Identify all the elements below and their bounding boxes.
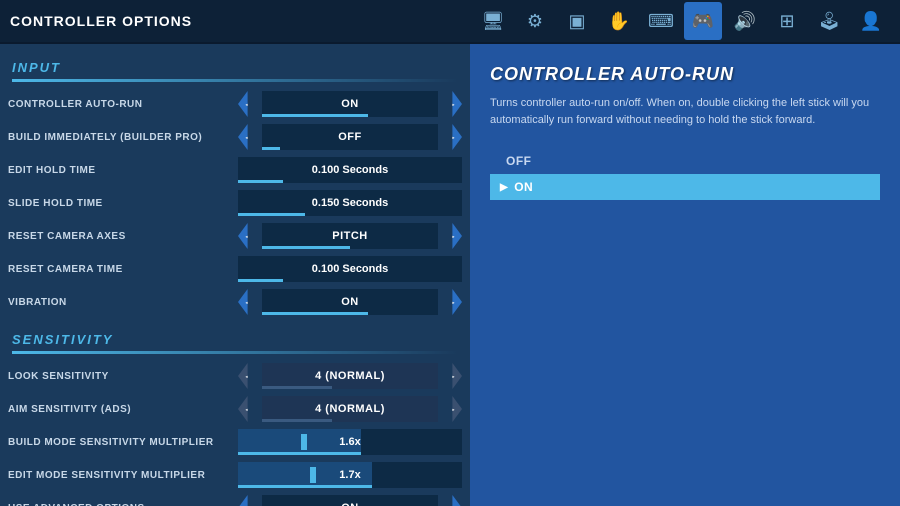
control-build-immediately: ◀ OFF ▶ <box>238 124 462 150</box>
arrow-left-look-sens[interactable]: ◀ <box>238 363 262 389</box>
arrow-control-aim-sens: ◀ 4 (NORMAL) ▶ <box>238 396 462 422</box>
setting-row-edit-hold: EDIT HOLD TIME 0.100 Seconds <box>0 154 470 186</box>
main-content: INPUT CONTROLLER AUTO-RUN ◀ ON ▶ BUILD I… <box>0 44 900 506</box>
label-edit-hold: EDIT HOLD TIME <box>8 165 238 176</box>
page-title: CONTROLLER OPTIONS <box>10 13 474 29</box>
gamepad-active-icon[interactable]: 🎮 <box>684 2 722 40</box>
arrow-control-build-immediately: ◀ OFF ▶ <box>238 124 462 150</box>
label-reset-time: RESET CAMERA TIME <box>8 264 238 275</box>
monitor-icon[interactable]: 🖥 <box>474 2 512 40</box>
control-reset-time: 0.100 Seconds <box>238 256 462 282</box>
gear-icon[interactable]: ⚙ <box>516 2 554 40</box>
setting-row-advanced-opts: USE ADVANCED OPTIONS ◀ ON ▶ <box>0 492 470 506</box>
label-reset-axes: RESET CAMERA AXES <box>8 231 238 242</box>
control-advanced-opts: ◀ ON ▶ <box>238 495 462 506</box>
arrow-right-look-sens[interactable]: ▶ <box>438 363 462 389</box>
right-description: Turns controller auto-run on/off. When o… <box>490 95 880 128</box>
label-aim-sens: AIM SENSITIVITY (ADS) <box>8 404 238 415</box>
label-auto-run: CONTROLLER AUTO-RUN <box>8 99 238 110</box>
section-header-input: INPUT <box>0 54 470 79</box>
nav-icons: 🖥 ⚙ ▣ ✋ ⌨ 🎮 🔊 ⊞ 🕹 👤 <box>474 2 890 40</box>
user-icon[interactable]: 👤 <box>852 2 890 40</box>
section-underline-input <box>12 79 458 82</box>
setting-row-slide-hold: SLIDE HOLD TIME 0.150 Seconds <box>0 187 470 219</box>
control-look-sens: ◀ 4 (NORMAL) ▶ <box>238 363 462 389</box>
slider-slide-hold[interactable]: 0.150 Seconds <box>238 190 462 216</box>
controller-icon[interactable]: ✋ <box>600 2 638 40</box>
option-on[interactable]: ▶ ON <box>490 174 880 200</box>
setting-row-reset-axes: RESET CAMERA AXES ◀ PITCH ▶ <box>0 220 470 252</box>
arrow-right-reset-axes[interactable]: ▶ <box>438 223 462 249</box>
network-icon[interactable]: ⊞ <box>768 2 806 40</box>
control-vibration: ◀ ON ▶ <box>238 289 462 315</box>
setting-row-build-multi: BUILD MODE SENSITIVITY MULTIPLIER 1.6x <box>0 426 470 458</box>
control-auto-run: ◀ ON ▶ <box>238 91 462 117</box>
value-build-immediately: OFF <box>262 124 438 150</box>
label-edit-multi: EDIT MODE SENSITIVITY MULTIPLIER <box>8 470 238 481</box>
arrow-left-advanced-opts[interactable]: ◀ <box>238 495 262 506</box>
slider-edit-hold[interactable]: 0.100 Seconds <box>238 157 462 183</box>
arrow-left-build-immediately[interactable]: ◀ <box>238 124 262 150</box>
arrow-left-reset-axes[interactable]: ◀ <box>238 223 262 249</box>
option-on-label: ON <box>514 180 533 194</box>
value-aim-sens: 4 (NORMAL) <box>262 396 438 422</box>
arrow-right-vibration[interactable]: ▶ <box>438 289 462 315</box>
arrow-right-build-immediately[interactable]: ▶ <box>438 124 462 150</box>
label-look-sens: LOOK SENSITIVITY <box>8 371 238 382</box>
control-slide-hold: 0.150 Seconds <box>238 190 462 216</box>
setting-row-build-immediately: BUILD IMMEDIATELY (BUILDER PRO) ◀ OFF ▶ <box>0 121 470 153</box>
setting-row-vibration: VIBRATION ◀ ON ▶ <box>0 286 470 318</box>
arrow-left-aim-sens[interactable]: ◀ <box>238 396 262 422</box>
control-aim-sens: ◀ 4 (NORMAL) ▶ <box>238 396 462 422</box>
option-off-label: OFF <box>506 154 532 168</box>
arrow-control-look-sens: ◀ 4 (NORMAL) ▶ <box>238 363 462 389</box>
keyboard-icon[interactable]: ⌨ <box>642 2 680 40</box>
arrow-left-vibration[interactable]: ◀ <box>238 289 262 315</box>
arrow-right-advanced-opts[interactable]: ▶ <box>438 495 462 506</box>
option-off[interactable]: OFF <box>490 148 880 174</box>
setting-row-reset-time: RESET CAMERA TIME 0.100 Seconds <box>0 253 470 285</box>
slider-reset-time[interactable]: 0.100 Seconds <box>238 256 462 282</box>
setting-row-edit-multi: EDIT MODE SENSITIVITY MULTIPLIER 1.7x <box>0 459 470 491</box>
setting-row-auto-run: CONTROLLER AUTO-RUN ◀ ON ▶ <box>0 88 470 120</box>
value-vibration: ON <box>262 289 438 315</box>
label-vibration: VIBRATION <box>8 297 238 308</box>
value-auto-run: ON <box>262 91 438 117</box>
section-header-sensitivity: SENSITIVITY <box>0 326 470 351</box>
right-title: CONTROLLER AUTO-RUN <box>490 64 880 85</box>
label-advanced-opts: USE ADVANCED OPTIONS <box>8 503 238 506</box>
value-reset-axes: PITCH <box>262 223 438 249</box>
right-panel: CONTROLLER AUTO-RUN Turns controller aut… <box>470 44 900 506</box>
slider-build-multi[interactable]: 1.6x <box>238 429 462 455</box>
arrow-control-reset-axes: ◀ PITCH ▶ <box>238 223 462 249</box>
value-advanced-opts: ON <box>262 495 438 506</box>
control-build-multi: 1.6x <box>238 429 462 455</box>
label-build-multi: BUILD MODE SENSITIVITY MULTIPLIER <box>8 437 238 448</box>
arrow-control-vibration: ◀ ON ▶ <box>238 289 462 315</box>
audio-icon[interactable]: 🔊 <box>726 2 764 40</box>
label-slide-hold: SLIDE HOLD TIME <box>8 198 238 209</box>
control-edit-multi: 1.7x <box>238 462 462 488</box>
setting-row-aim-sens: AIM SENSITIVITY (ADS) ◀ 4 (NORMAL) ▶ <box>0 393 470 425</box>
top-bar: CONTROLLER OPTIONS 🖥 ⚙ ▣ ✋ ⌨ 🎮 🔊 ⊞ 🕹 👤 <box>0 0 900 44</box>
value-look-sens: 4 (NORMAL) <box>262 363 438 389</box>
display-icon[interactable]: ▣ <box>558 2 596 40</box>
left-panel: INPUT CONTROLLER AUTO-RUN ◀ ON ▶ BUILD I… <box>0 44 470 506</box>
arrow-control-auto-run: ◀ ON ▶ <box>238 91 462 117</box>
arrow-control-advanced-opts: ◀ ON ▶ <box>238 495 462 506</box>
label-build-immediately: BUILD IMMEDIATELY (BUILDER PRO) <box>8 132 238 143</box>
controller2-icon[interactable]: 🕹 <box>810 2 848 40</box>
slider-edit-multi[interactable]: 1.7x <box>238 462 462 488</box>
option-on-arrow: ▶ <box>500 182 508 193</box>
arrow-right-aim-sens[interactable]: ▶ <box>438 396 462 422</box>
setting-row-look-sens: LOOK SENSITIVITY ◀ 4 (NORMAL) ▶ <box>0 360 470 392</box>
control-reset-axes: ◀ PITCH ▶ <box>238 223 462 249</box>
arrow-right-auto-run[interactable]: ▶ <box>438 91 462 117</box>
arrow-left-auto-run[interactable]: ◀ <box>238 91 262 117</box>
control-edit-hold: 0.100 Seconds <box>238 157 462 183</box>
section-underline-sensitivity <box>12 351 458 354</box>
